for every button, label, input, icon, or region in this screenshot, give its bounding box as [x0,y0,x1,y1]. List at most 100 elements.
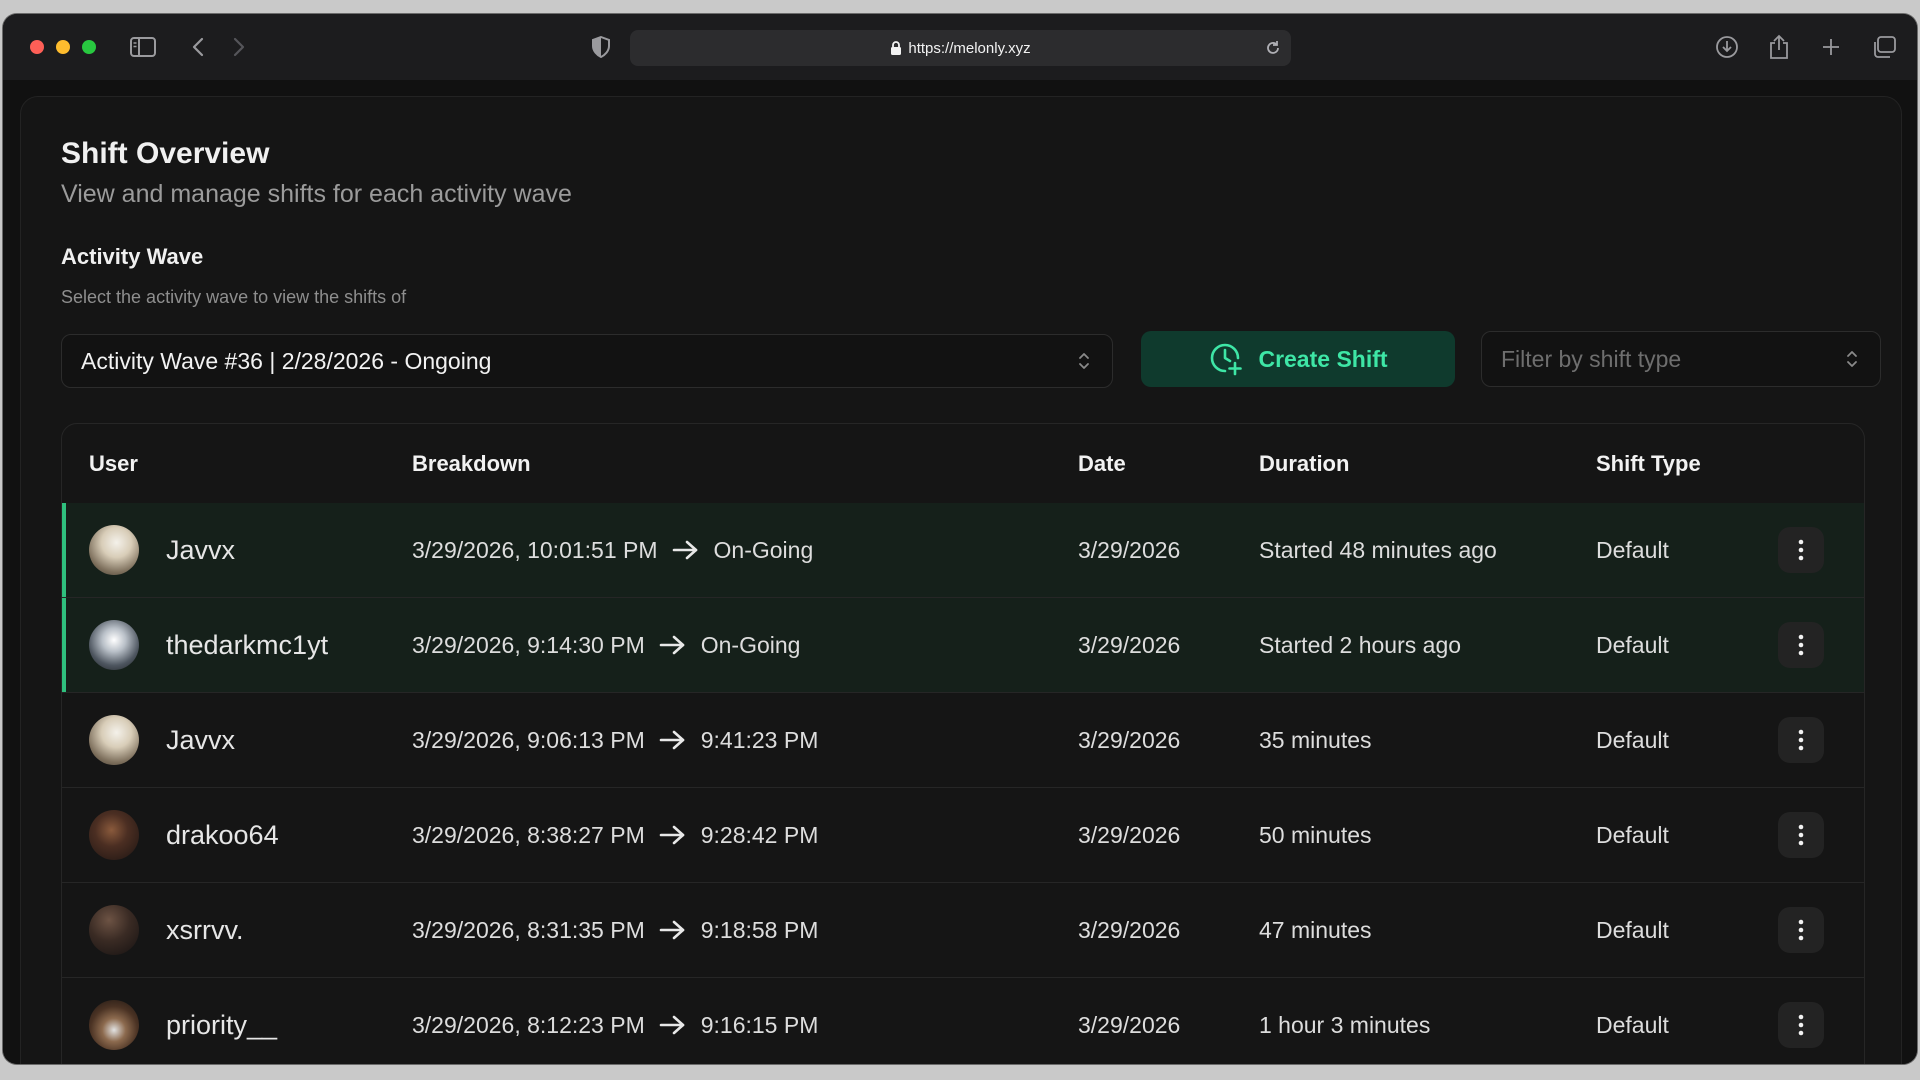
shift-type-cell: Default [1596,1011,1669,1038]
tab-overview-icon[interactable] [1870,33,1898,61]
shift-start: 3/29/2026, 10:01:51 PM [412,536,658,563]
user-name: Javvx [166,724,236,755]
table-row[interactable]: Javvx 3/29/2026, 9:06:13 PM 9:41:23 PM 3… [62,693,1864,788]
user-name: priority__ [166,1009,278,1040]
table-row[interactable]: thedarkmc1yt 3/29/2026, 9:14:30 PM On-Go… [62,598,1864,693]
column-header-date: Date [1078,450,1126,476]
page-title: Shift Overview [61,137,270,170]
create-shift-button[interactable]: Create Shift [1141,331,1455,387]
activity-wave-hint: Select the activity wave to view the shi… [61,287,407,307]
avatar [89,905,139,955]
browser-toolbar: https://melonly.xyz [3,14,1917,80]
forward-icon[interactable] [225,33,253,61]
user-name: xsrrvv. [166,914,244,945]
shift-type-cell: Default [1596,726,1669,753]
new-tab-icon[interactable] [1817,33,1845,61]
avatar [89,525,139,575]
chevron-up-down-icon [1078,351,1090,371]
breakdown-cell: 3/29/2026, 9:14:30 PM On-Going [412,598,800,692]
arrow-right-icon [659,919,687,941]
lock-icon [891,40,902,55]
arrow-right-icon [659,824,687,846]
more-vertical-icon [1798,539,1804,561]
shift-start: 3/29/2026, 8:12:23 PM [412,1011,645,1038]
arrow-right-icon [659,634,687,656]
url-text: https://melonly.xyz [908,39,1031,57]
row-actions-button[interactable] [1778,1002,1824,1048]
shift-type-cell: Default [1596,631,1669,658]
activity-wave-label: Activity Wave [61,244,204,269]
shift-end: 9:41:23 PM [700,726,819,753]
column-header-shift-type: Shift Type [1596,450,1701,476]
reload-icon[interactable] [1263,38,1283,58]
more-vertical-icon [1798,634,1804,656]
duration-cell: 50 minutes [1259,821,1372,848]
row-actions-button[interactable] [1778,527,1824,573]
shift-end: 9:28:42 PM [700,821,819,848]
download-icon[interactable] [1713,33,1741,61]
shift-start: 3/29/2026, 9:06:13 PM [412,726,645,753]
share-icon[interactable] [1765,33,1793,61]
shift-type-filter-select[interactable]: Filter by shift type [1481,331,1881,387]
user-name: Javvx [166,534,236,565]
row-actions-button[interactable] [1778,812,1824,858]
table-row[interactable]: priority__ 3/29/2026, 8:12:23 PM 9:16:15… [62,978,1864,1064]
breakdown-cell: 3/29/2026, 8:31:35 PM 9:18:58 PM [412,883,818,977]
shift-type-cell: Default [1596,821,1669,848]
shift-end: 9:16:15 PM [700,1011,819,1038]
activity-wave-select[interactable]: Activity Wave #36 | 2/28/2026 - Ongoing [61,334,1113,388]
avatar [89,620,139,670]
shift-type-cell: Default [1596,916,1669,943]
shift-start: 3/29/2026, 9:14:30 PM [412,631,645,658]
shift-overview-card: Shift Overview View and manage shifts fo… [20,96,1902,1064]
duration-cell: 1 hour 3 minutes [1259,1011,1431,1038]
breakdown-cell: 3/29/2026, 10:01:51 PM On-Going [412,503,813,597]
privacy-shield-icon[interactable] [587,33,615,61]
date-cell: 3/29/2026 [1078,821,1181,848]
page-content: Shift Overview View and manage shifts fo… [3,80,1917,1064]
shift-end: On-Going [713,536,814,563]
row-actions-button[interactable] [1778,622,1824,668]
address-bar[interactable]: https://melonly.xyz [630,30,1291,66]
more-vertical-icon [1798,919,1804,941]
breakdown-cell: 3/29/2026, 9:06:13 PM 9:41:23 PM [412,693,818,787]
shifts-table: User Breakdown Date Duration Shift Type … [61,423,1865,1064]
row-actions-button[interactable] [1778,717,1824,763]
breakdown-cell: 3/29/2026, 8:12:23 PM 9:16:15 PM [412,978,818,1064]
table-row[interactable]: Javvx 3/29/2026, 10:01:51 PM On-Going 3/… [62,503,1864,598]
user-name: drakoo64 [166,819,279,850]
column-header-duration: Duration [1259,450,1350,476]
row-actions-button[interactable] [1778,907,1824,953]
date-cell: 3/29/2026 [1078,631,1181,658]
create-shift-label: Create Shift [1258,345,1388,372]
duration-cell: Started 48 minutes ago [1259,536,1497,563]
table-row[interactable]: drakoo64 3/29/2026, 8:38:27 PM 9:28:42 P… [62,788,1864,883]
back-icon[interactable] [184,33,212,61]
shift-end: 9:18:58 PM [700,916,819,943]
shift-type-filter-placeholder: Filter by shift type [1501,345,1682,372]
chevron-up-down-icon [1846,349,1858,369]
clock-plus-icon [1211,343,1243,376]
arrow-right-icon [659,729,687,751]
date-cell: 3/29/2026 [1078,916,1181,943]
minimize-window-button[interactable] [56,40,70,54]
avatar [89,715,139,765]
user-name: thedarkmc1yt [166,629,329,660]
date-cell: 3/29/2026 [1078,536,1181,563]
zoom-window-button[interactable] [82,40,96,54]
shift-start: 3/29/2026, 8:31:35 PM [412,916,645,943]
table-row[interactable]: xsrrvv. 3/29/2026, 8:31:35 PM 9:18:58 PM… [62,883,1864,978]
activity-wave-selected-value: Activity Wave #36 | 2/28/2026 - Ongoing [81,347,492,374]
date-cell: 3/29/2026 [1078,1011,1181,1038]
date-cell: 3/29/2026 [1078,726,1181,753]
arrow-right-icon [659,1014,687,1036]
shift-type-cell: Default [1596,536,1669,563]
more-vertical-icon [1798,824,1804,846]
close-window-button[interactable] [30,40,44,54]
shift-start: 3/29/2026, 8:38:27 PM [412,821,645,848]
sidebar-toggle-icon[interactable] [129,33,157,61]
duration-cell: Started 2 hours ago [1259,631,1462,658]
breakdown-cell: 3/29/2026, 8:38:27 PM 9:28:42 PM [412,788,818,882]
browser-window: https://melonly.xyz Shift Overview View … [3,14,1917,1064]
more-vertical-icon [1798,729,1804,751]
